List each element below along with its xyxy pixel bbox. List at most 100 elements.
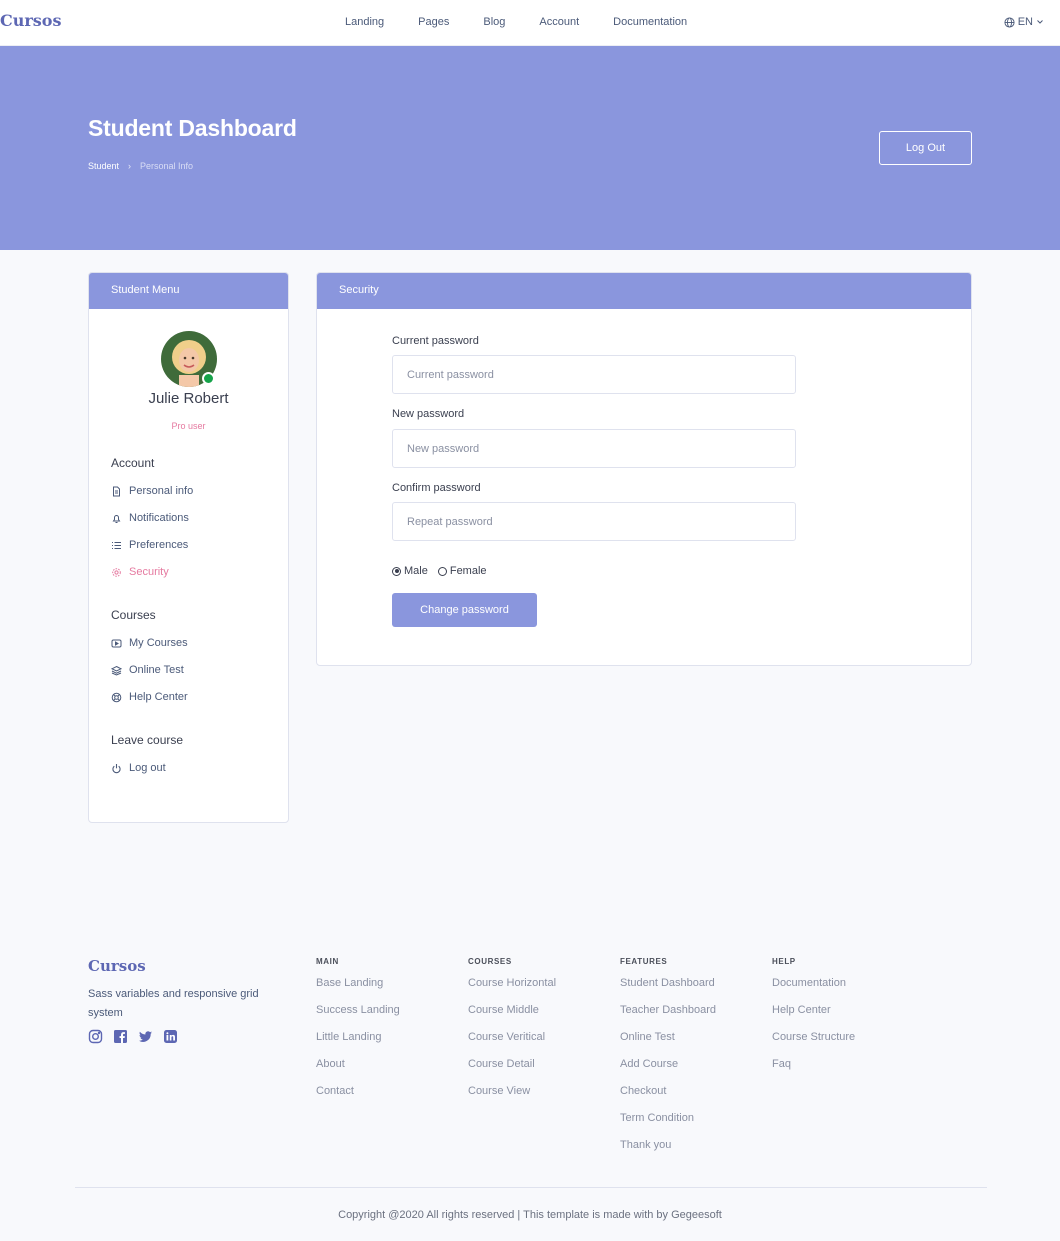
- menu-item-label: Notifications: [129, 512, 189, 524]
- confirm-password-label: Confirm password: [392, 482, 481, 494]
- footer-link[interactable]: Little Landing: [316, 1031, 400, 1058]
- footer-link[interactable]: Course Structure: [772, 1031, 855, 1058]
- footer-link[interactable]: Contact: [316, 1085, 400, 1112]
- copyright-text: Copyright @2020 All rights reserved | Th…: [338, 1209, 722, 1221]
- menu-item-label: Online Test: [129, 664, 184, 676]
- footer-column-title: COURSES: [468, 957, 512, 966]
- footer-link[interactable]: Add Course: [620, 1058, 716, 1085]
- footer-link[interactable]: Course Detail: [468, 1058, 556, 1085]
- menu-item-label: Personal info: [129, 485, 194, 497]
- globe-icon: [1004, 16, 1015, 28]
- footer-link[interactable]: Student Dashboard: [620, 977, 716, 1004]
- instagram-icon[interactable]: [88, 1029, 103, 1044]
- play-icon: [111, 639, 122, 647]
- new-password-input[interactable]: [392, 429, 796, 468]
- bell-icon: [112, 514, 121, 523]
- current-password-input[interactable]: [392, 355, 796, 394]
- footer-link[interactable]: Online Test: [620, 1031, 716, 1058]
- radio-checked-icon: [392, 566, 401, 576]
- menu-item-preferences[interactable]: Preferences: [111, 539, 188, 551]
- footer-link[interactable]: Checkout: [620, 1085, 716, 1112]
- footer-link[interactable]: Success Landing: [316, 1004, 400, 1031]
- nav-link-blog[interactable]: Blog: [466, 16, 522, 28]
- footer-link[interactable]: Course Horizontal: [468, 977, 556, 1004]
- nav-link-pages[interactable]: Pages: [401, 16, 466, 28]
- footer-link[interactable]: Help Center: [772, 1004, 855, 1031]
- menu-item-personal-info[interactable]: Personal info: [111, 485, 193, 497]
- footer-link[interactable]: Faq: [772, 1058, 855, 1085]
- footer-link[interactable]: Term Condition: [620, 1112, 716, 1139]
- nav-link-account[interactable]: Account: [522, 16, 596, 28]
- radio-label: Male: [404, 565, 428, 577]
- document-icon: [113, 486, 120, 496]
- menu-item-label: My Courses: [129, 637, 188, 649]
- footer-brand-logo[interactable]: Cursos: [88, 957, 146, 975]
- footer-link[interactable]: Documentation: [772, 977, 855, 1004]
- twitter-icon[interactable]: [138, 1029, 153, 1044]
- menu-item-label: Help Center: [129, 691, 188, 703]
- facebook-icon[interactable]: [113, 1029, 128, 1044]
- gender-radio-group: Male Female: [392, 565, 487, 577]
- footer-link[interactable]: Course View: [468, 1085, 556, 1112]
- menu-item-label: Preferences: [129, 539, 189, 551]
- power-icon: [112, 763, 121, 773]
- layers-icon: [111, 665, 122, 676]
- footer-link[interactable]: Thank you: [620, 1139, 716, 1166]
- user-name: Julie Robert: [148, 390, 229, 407]
- footer-column-title: HELP: [772, 957, 796, 966]
- footer-link[interactable]: Course Middle: [468, 1004, 556, 1031]
- gear-icon: [112, 567, 121, 577]
- footer-column-features: FEATURES Student Dashboard Teacher Dashb…: [620, 957, 716, 1166]
- social-links: [88, 1029, 178, 1044]
- nav-link-documentation[interactable]: Documentation: [596, 16, 704, 28]
- user-role: Pro user: [171, 421, 206, 431]
- menu-item-label: Security: [129, 566, 169, 578]
- nav-link-landing[interactable]: Landing: [328, 16, 401, 28]
- brand-logo[interactable]: Cursos: [0, 11, 61, 30]
- footer-link[interactable]: About: [316, 1058, 400, 1085]
- language-label: EN: [1017, 16, 1033, 28]
- footer-link[interactable]: Teacher Dashboard: [620, 1004, 716, 1031]
- linkedin-icon[interactable]: [163, 1029, 178, 1044]
- change-password-button[interactable]: Change password: [392, 593, 537, 627]
- menu-item-log-out[interactable]: Log out: [111, 762, 166, 774]
- main-nav: Landing Pages Blog Account Documentation: [328, 16, 704, 28]
- security-card: Security Current password New password C…: [316, 272, 972, 666]
- page-title: Student Dashboard: [88, 115, 297, 141]
- menu-item-notifications[interactable]: Notifications: [111, 512, 189, 524]
- breadcrumb-student[interactable]: Student: [88, 161, 119, 171]
- current-password-label: Current password: [392, 335, 479, 347]
- footer-column-main: MAIN Base Landing Success Landing Little…: [316, 957, 400, 1112]
- menu-item-label: Log out: [129, 762, 166, 774]
- chevron-down-icon: [1037, 20, 1043, 24]
- footer-link[interactable]: Base Landing: [316, 977, 400, 1004]
- footer-column-title: MAIN: [316, 957, 339, 966]
- student-menu-card: Student Menu Julie Robert Pro user Accou…: [88, 272, 289, 823]
- menu-group-leave-course: Leave course: [111, 733, 184, 747]
- menu-item-help-center[interactable]: Help Center: [111, 691, 188, 703]
- breadcrumb-separator-icon: ›: [128, 161, 132, 171]
- language-selector[interactable]: EN: [1004, 16, 1044, 28]
- footer-divider: [75, 1187, 987, 1188]
- footer-column-help: HELP Documentation Help Center Course St…: [772, 957, 855, 1085]
- footer-link[interactable]: Course Veritical: [468, 1031, 556, 1058]
- radio-male[interactable]: Male: [392, 565, 428, 577]
- menu-item-my-courses[interactable]: My Courses: [111, 637, 188, 649]
- radio-unchecked-icon: [437, 566, 447, 576]
- page-hero: Student Dashboard Student › Personal Inf…: [0, 46, 1060, 250]
- lifebuoy-icon: [111, 692, 122, 702]
- footer-column-title: FEATURES: [620, 957, 668, 966]
- radio-female[interactable]: Female: [437, 565, 487, 577]
- online-status-icon: [202, 372, 215, 385]
- logout-button[interactable]: Log Out: [879, 131, 972, 165]
- footer-description: Sass variables and responsive grid syste…: [88, 988, 259, 1019]
- breadcrumb-current: Personal Info: [140, 161, 194, 171]
- menu-item-security[interactable]: Security: [111, 566, 169, 578]
- student-menu-header: Student Menu: [89, 273, 288, 309]
- footer-column-courses: COURSES Course Horizontal Course Middle …: [468, 957, 556, 1112]
- radio-label: Female: [449, 565, 487, 577]
- new-password-label: New password: [392, 408, 465, 420]
- confirm-password-input[interactable]: [392, 502, 796, 541]
- menu-item-online-test[interactable]: Online Test: [111, 664, 184, 676]
- top-navbar: Cursos Landing Pages Blog Account Docume…: [0, 0, 1060, 46]
